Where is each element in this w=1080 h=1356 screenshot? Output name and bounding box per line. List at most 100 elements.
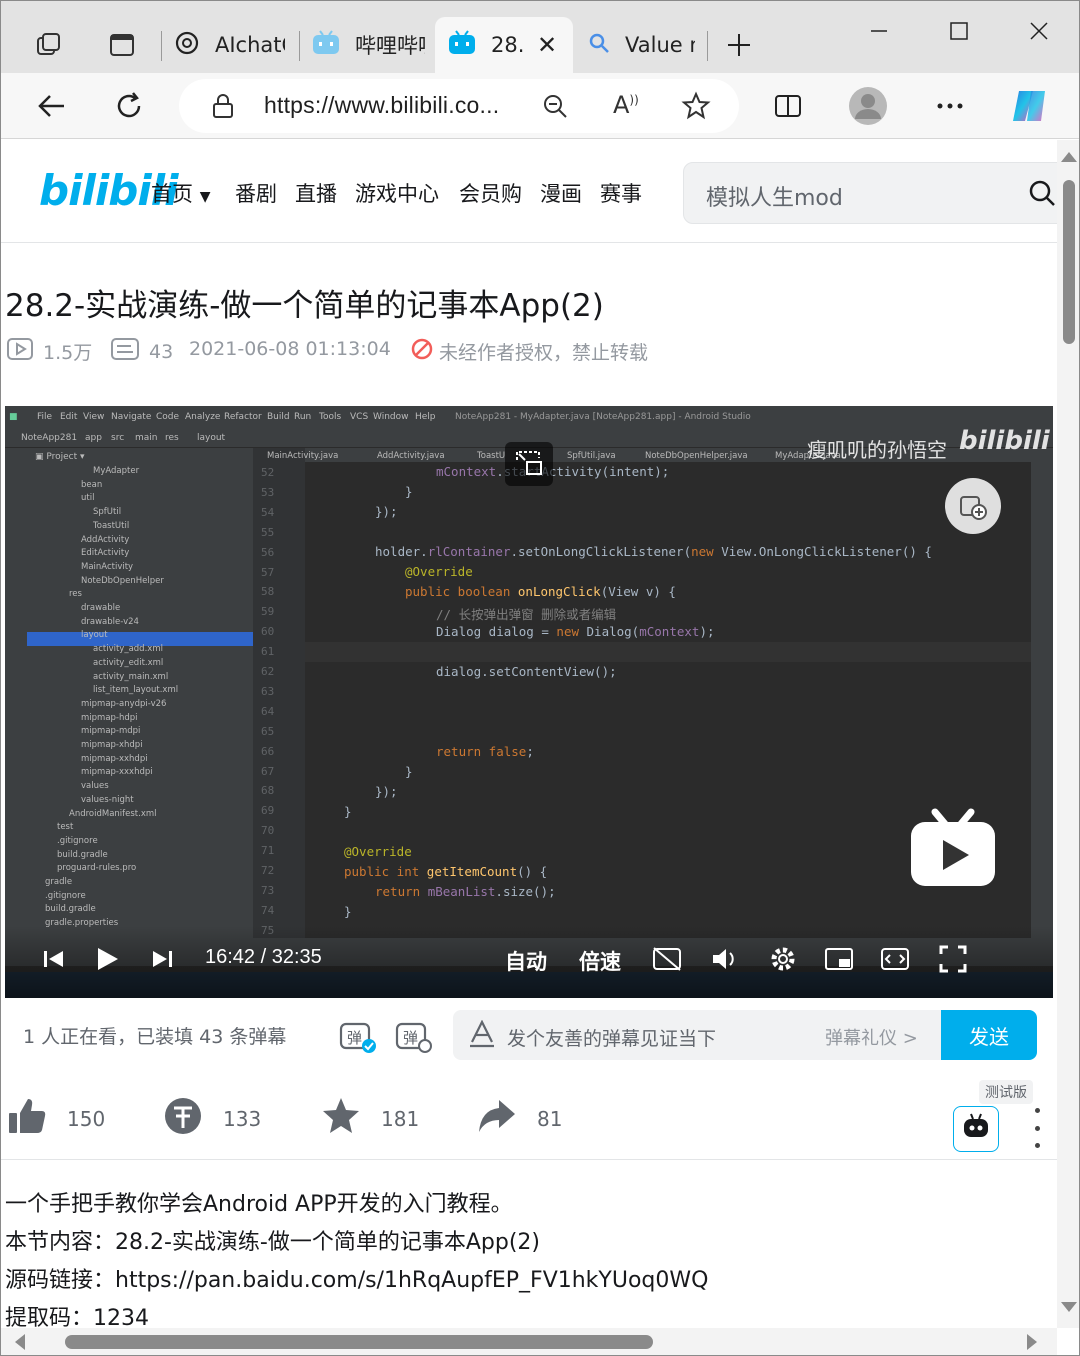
- fullscreen-icon[interactable]: [935, 942, 971, 976]
- tree-item[interactable]: .gitignore: [45, 891, 86, 904]
- quality-button[interactable]: 自动: [505, 946, 547, 976]
- maximize-icon[interactable]: [937, 11, 981, 51]
- settings-gear-icon[interactable]: [765, 942, 801, 976]
- danmaku-settings-icon[interactable]: 弹: [395, 1020, 433, 1058]
- tree-item[interactable]: build.gradle: [57, 850, 108, 863]
- speed-button[interactable]: 倍速: [579, 946, 621, 976]
- next-icon[interactable]: [145, 942, 181, 976]
- nav-game-center[interactable]: 游戏中心: [355, 178, 439, 208]
- address-bar[interactable]: https://www.bilibili.co... A)): [179, 79, 739, 133]
- tree-item[interactable]: mipmap-xhdpi: [81, 740, 143, 753]
- tab-value[interactable]: Value m: [575, 17, 707, 73]
- tree-item[interactable]: drawable-v24: [81, 617, 139, 630]
- ai-assistant-button[interactable]: [953, 1106, 999, 1152]
- tab-video-active[interactable]: 28.2 ✕: [435, 17, 573, 73]
- h-scroll-thumb[interactable]: [65, 1335, 653, 1349]
- copilot-icon[interactable]: [1007, 83, 1053, 129]
- tree-item[interactable]: bean: [81, 480, 102, 493]
- tree-item[interactable]: build.gradle: [45, 904, 96, 917]
- add-to-watchlater-icon[interactable]: [945, 478, 1001, 534]
- tree-item[interactable]: layout: [81, 630, 108, 643]
- scroll-down-icon[interactable]: [1061, 1302, 1077, 1312]
- tree-item[interactable]: activity_main.xml: [93, 672, 168, 685]
- text-style-icon[interactable]: [469, 1019, 495, 1052]
- tree-item[interactable]: proguard-rules.pro: [57, 863, 136, 876]
- split-screen-icon[interactable]: [765, 83, 811, 129]
- minimize-icon[interactable]: [857, 11, 901, 51]
- zoom-icon[interactable]: [541, 92, 569, 124]
- tree-item[interactable]: AndroidManifest.xml: [69, 809, 157, 822]
- profile-avatar[interactable]: [845, 83, 891, 129]
- danmaku-etiquette-link[interactable]: 弹幕礼仪 >: [825, 1024, 918, 1050]
- tab-aichat[interactable]: AIchatO: [161, 17, 299, 73]
- coin-button[interactable]: 133: [163, 1096, 261, 1141]
- vertical-tabs-icon[interactable]: [104, 27, 140, 63]
- nav-bangumi[interactable]: 番剧: [235, 178, 277, 208]
- tree-item[interactable]: values-night: [81, 795, 134, 808]
- danmaku-input[interactable]: 发个友善的弹幕见证当下 弹幕礼仪 >: [453, 1010, 943, 1060]
- close-tab-icon[interactable]: ✕: [537, 31, 557, 59]
- exit-pip-icon[interactable]: [505, 442, 553, 486]
- nav-home[interactable]: 首页 ▼: [151, 178, 210, 208]
- tree-item[interactable]: list_item_layout.xml: [93, 685, 178, 698]
- tree-item[interactable]: mipmap-mdpi: [81, 726, 140, 739]
- nav-live[interactable]: 直播: [295, 178, 337, 208]
- tree-item[interactable]: drawable: [81, 603, 120, 616]
- favorite-star-icon[interactable]: [681, 91, 711, 125]
- tree-item[interactable]: values: [81, 781, 109, 794]
- tree-item[interactable]: SpfUtil: [93, 507, 121, 520]
- scroll-right-icon[interactable]: [1027, 1334, 1037, 1350]
- tree-item[interactable]: activity_add.xml: [93, 644, 163, 657]
- tree-item[interactable]: AddActivity: [81, 535, 129, 548]
- nav-mall[interactable]: 会员购: [459, 178, 522, 208]
- search-icon[interactable]: [1028, 179, 1056, 211]
- tree-item[interactable]: NoteDbOpenHelper: [81, 576, 164, 589]
- new-tab-icon[interactable]: [721, 27, 757, 63]
- read-aloud-icon[interactable]: A)): [613, 91, 639, 119]
- tree-item[interactable]: test: [57, 822, 73, 835]
- refresh-icon[interactable]: [106, 83, 152, 129]
- horizontal-scrollbar[interactable]: [1, 1328, 1057, 1355]
- video-player[interactable]: ■ File Edit View Navigate Code Analyze R…: [5, 406, 1053, 998]
- favorite-button[interactable]: 181: [321, 1096, 419, 1141]
- tree-item[interactable]: mipmap-xxxhdpi: [81, 767, 153, 780]
- search-input[interactable]: 模拟人生mod: [683, 162, 1057, 224]
- prev-icon[interactable]: [35, 942, 71, 976]
- subtitle-off-icon[interactable]: [649, 942, 685, 976]
- tree-item[interactable]: util: [81, 493, 94, 506]
- scroll-thumb[interactable]: [1063, 180, 1075, 344]
- tree-item[interactable]: mipmap-xxhdpi: [81, 754, 148, 767]
- big-play-icon[interactable]: [909, 808, 997, 888]
- share-button[interactable]: 81: [477, 1096, 562, 1141]
- tree-item[interactable]: EditActivity: [81, 548, 129, 561]
- widescreen-icon[interactable]: [877, 942, 913, 976]
- tree-item[interactable]: activity_edit.xml: [93, 658, 163, 671]
- workspaces-icon[interactable]: [31, 27, 67, 63]
- tree-item[interactable]: .gitignore: [57, 836, 98, 849]
- nav-match[interactable]: 赛事: [600, 178, 642, 208]
- like-button[interactable]: 150: [7, 1096, 105, 1141]
- tree-item[interactable]: mipmap-hdpi: [81, 713, 138, 726]
- close-window-icon[interactable]: [1017, 11, 1061, 51]
- vertical-scrollbar[interactable]: [1057, 140, 1079, 1328]
- send-danmaku-button[interactable]: 发送: [941, 1010, 1037, 1060]
- tree-item[interactable]: gradle: [45, 877, 72, 890]
- desc-line[interactable]: 源码链接：https://pan.baidu.com/s/1hRqAupfEP_…: [5, 1262, 708, 1300]
- scroll-left-icon[interactable]: [15, 1334, 25, 1350]
- tree-item[interactable]: mipmap-anydpi-v26: [81, 699, 166, 712]
- lock-icon[interactable]: [211, 93, 235, 123]
- tree-item[interactable]: MainActivity: [81, 562, 133, 575]
- more-menu-icon[interactable]: [927, 83, 973, 129]
- pip-icon[interactable]: [821, 942, 857, 976]
- tree-item[interactable]: MyAdapter: [93, 466, 139, 479]
- nav-manga[interactable]: 漫画: [540, 178, 582, 208]
- danmaku-toggle-icon[interactable]: 弹: [339, 1020, 377, 1058]
- back-icon[interactable]: [29, 83, 75, 129]
- more-actions-icon[interactable]: [1027, 1108, 1047, 1148]
- volume-icon[interactable]: [707, 942, 743, 976]
- url-text[interactable]: https://www.bilibili.co...: [264, 92, 499, 119]
- play-icon[interactable]: [89, 942, 125, 976]
- tab-bilibili-home[interactable]: 哔哩哔哩: [299, 17, 433, 73]
- scroll-up-icon[interactable]: [1061, 152, 1077, 162]
- tree-item[interactable]: res: [69, 589, 82, 602]
